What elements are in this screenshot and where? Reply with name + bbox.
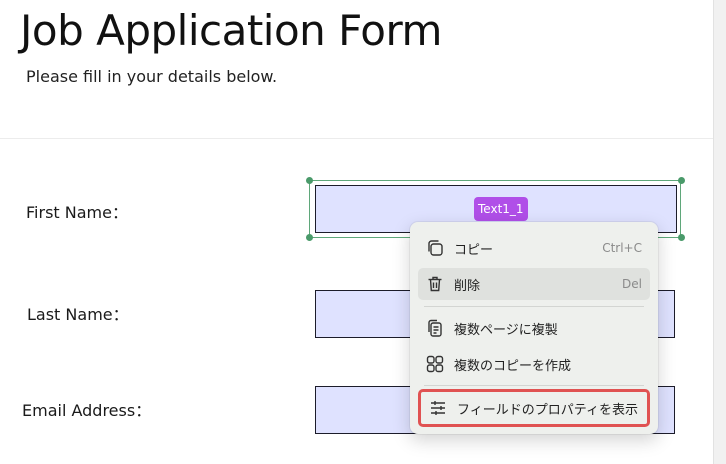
resize-handle-bottom-left[interactable] [306, 234, 313, 241]
menu-separator [424, 385, 644, 386]
page-subtitle: Please fill in your details below. [26, 67, 278, 86]
grid-copies-icon [424, 353, 446, 375]
menu-item-label: 複数のコピーを作成 [454, 358, 572, 374]
menu-item-label: コピー [454, 242, 494, 258]
duplicate-pages-icon [424, 317, 446, 339]
trash-icon [424, 273, 446, 295]
menu-item-label: 削除 [454, 278, 481, 294]
resize-handle-top-left[interactable] [306, 177, 313, 184]
menu-item-create-multiple-copies[interactable]: 複数のコピーを作成 [418, 348, 650, 380]
menu-item-label: フィールドのプロパティを表示 [457, 402, 638, 418]
document-page: Job Application Form Please fill in your… [0, 0, 714, 464]
field-name-tag: Text1_1 [474, 197, 528, 221]
menu-item-delete[interactable]: 削除 Del [418, 268, 650, 300]
context-menu: コピー Ctrl+C 削除 Del 複数ページに複製 複数のコピーを作成 フィー… [410, 222, 658, 434]
resize-handle-bottom-right[interactable] [678, 234, 685, 241]
header-divider [0, 138, 714, 139]
menu-item-shortcut: Del [622, 277, 642, 291]
menu-item-duplicate-to-pages[interactable]: 複数ページに複製 [418, 312, 650, 344]
scrollbar[interactable] [713, 0, 726, 464]
first-name-label: First Name： [26, 203, 128, 222]
menu-item-shortcut: Ctrl+C [602, 241, 642, 255]
resize-handle-top-right[interactable] [678, 177, 685, 184]
menu-item-copy[interactable]: コピー Ctrl+C [418, 232, 650, 264]
email-address-label: Email Address： [22, 401, 152, 420]
menu-item-show-field-properties[interactable]: フィールドのプロパティを表示 [418, 389, 650, 427]
menu-separator [424, 306, 644, 307]
page-title: Job Application Form [20, 6, 442, 55]
copy-icon [424, 237, 446, 259]
sliders-icon [427, 397, 449, 419]
last-name-label: Last Name： [27, 305, 129, 324]
menu-item-label: 複数ページに複製 [454, 322, 558, 338]
